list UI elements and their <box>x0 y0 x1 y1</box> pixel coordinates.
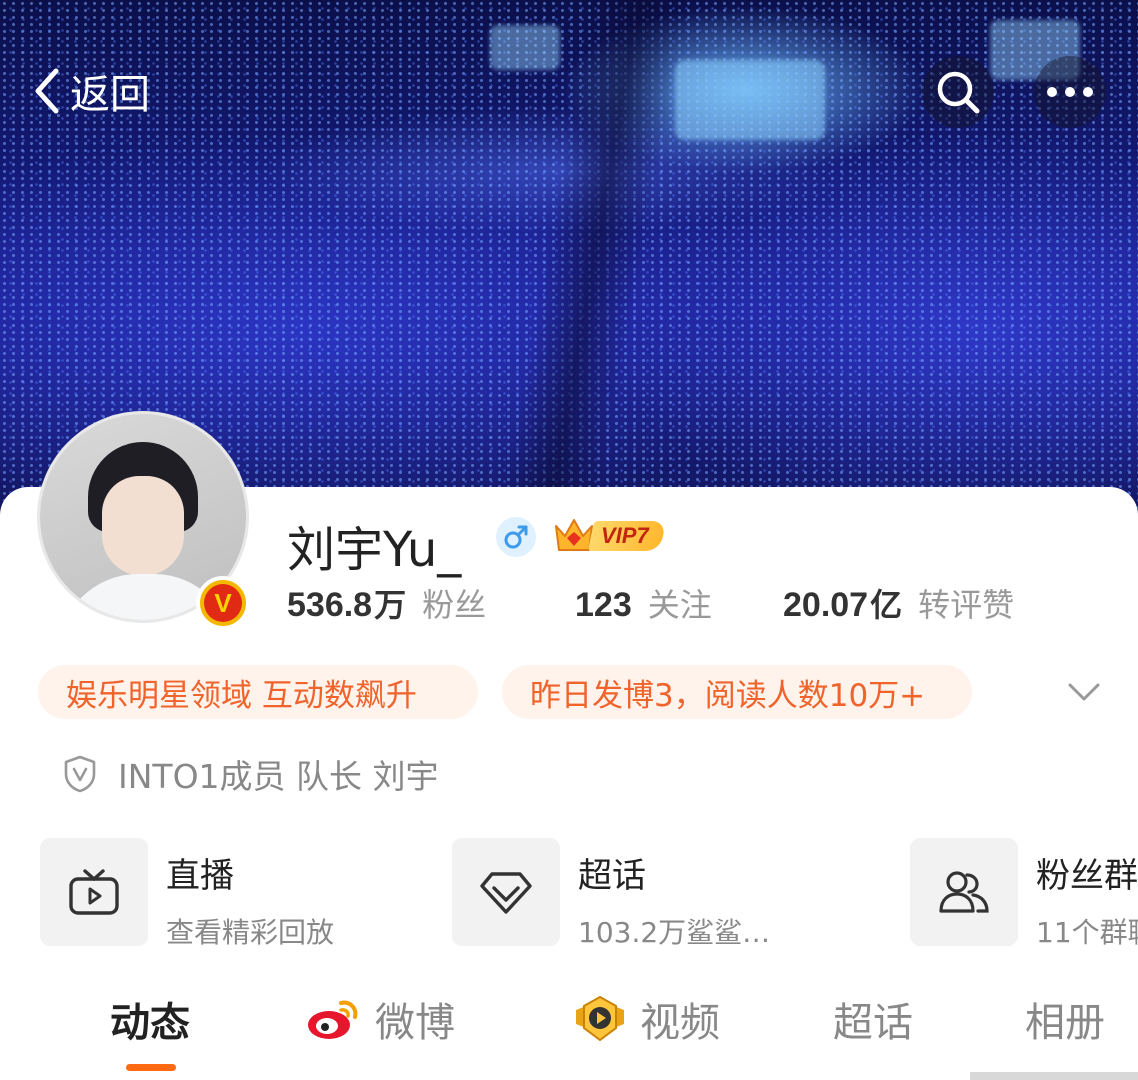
back-button[interactable]: 返回 <box>30 62 150 120</box>
vip-badge[interactable]: VIP7 <box>551 514 666 558</box>
tab-album[interactable]: 相册 <box>1025 990 1105 1048</box>
weibo-logo-icon <box>308 1000 358 1039</box>
supertopic-entry-title: 超话 <box>578 856 646 896</box>
fan-group-entry-title: 粉丝群 <box>1036 856 1138 896</box>
shield-v-icon <box>64 755 96 793</box>
highlight-pill-domain[interactable]: 娱乐明星领域 互动数飙升 <box>38 665 478 719</box>
users-icon <box>939 871 989 913</box>
stat-interactions-label: 转评赞 <box>918 586 1015 624</box>
search-icon <box>937 71 980 114</box>
supertopic-entry[interactable]: 超话 103.2万鲨鲨… <box>452 838 770 951</box>
stats-row: 536.8 万 粉丝 123 关注 20.07 亿 转评赞 <box>0 580 1138 630</box>
live-icon-box <box>40 838 148 946</box>
tab-video-label: 视频 <box>640 1000 720 1046</box>
stat-fans-label: 粉丝 <box>422 586 487 624</box>
more-button[interactable] <box>1034 56 1106 128</box>
more-dots-icon <box>1047 87 1093 97</box>
stat-interactions-number: 20.07 <box>783 586 869 624</box>
vip-label: VIP7 <box>601 523 649 548</box>
stat-fans-number: 536.8 <box>287 586 373 624</box>
tab-feed-label: 动态 <box>110 1000 190 1046</box>
stage-screen <box>675 60 825 140</box>
stat-following-number: 123 <box>575 586 632 624</box>
tab-video[interactable]: 视频 <box>572 990 720 1048</box>
diamond-icon <box>480 872 532 914</box>
live-entry-subtitle: 查看精彩回放 <box>166 916 335 949</box>
stat-interactions-unit: 亿 <box>870 586 903 624</box>
tv-icon <box>69 869 119 915</box>
tab-supertopic-label: 超话 <box>833 1000 913 1046</box>
verification-text: INTO1成员 队长 刘宇 <box>118 757 439 796</box>
stat-following-label: 关注 <box>647 586 712 624</box>
stat-fans[interactable]: 536.8 万 粉丝 <box>287 580 486 626</box>
avatar-face <box>102 476 184 576</box>
active-tab-indicator <box>126 1064 176 1071</box>
tab-weibo[interactable]: 微博 <box>305 990 455 1048</box>
username: 刘宇Yu_ <box>287 522 462 578</box>
video-badge-icon <box>576 995 624 1042</box>
tab-supertopic[interactable]: 超话 <box>833 990 913 1048</box>
live-entry[interactable]: 直播 查看精彩回放 <box>40 838 334 951</box>
fan-group-icon-box <box>910 838 1018 946</box>
stat-fans-unit: 万 <box>374 586 407 624</box>
tab-album-label: 相册 <box>1025 1000 1105 1046</box>
male-gender-icon <box>496 517 536 557</box>
home-indicator[interactable] <box>970 1072 1138 1080</box>
live-entry-title: 直播 <box>166 856 234 896</box>
fan-group-entry-subtitle: 11个群聊 <box>1036 916 1138 949</box>
verification-info: INTO1成员 队长 刘宇 <box>62 750 439 798</box>
highlight-pill-posts[interactable]: 昨日发博3，阅读人数10万+ <box>502 665 972 719</box>
vip-tag: VIP7 <box>587 521 666 551</box>
fan-group-entry[interactable]: 粉丝群 11个群聊 <box>910 838 1138 951</box>
chevron-down-icon[interactable] <box>1066 678 1102 706</box>
supertopic-entry-subtitle: 103.2万鲨鲨… <box>578 916 771 949</box>
back-label: 返回 <box>70 72 150 118</box>
search-button[interactable] <box>922 56 994 128</box>
stat-interactions[interactable]: 20.07 亿 转评赞 <box>783 580 1014 626</box>
side-screen-left <box>490 25 560 70</box>
chevron-left-icon <box>35 68 59 114</box>
tab-weibo-label: 微博 <box>375 1000 455 1046</box>
tab-feed[interactable]: 动态 <box>110 990 190 1048</box>
stat-following[interactable]: 123 关注 <box>575 580 712 626</box>
supertopic-icon-box <box>452 838 560 946</box>
